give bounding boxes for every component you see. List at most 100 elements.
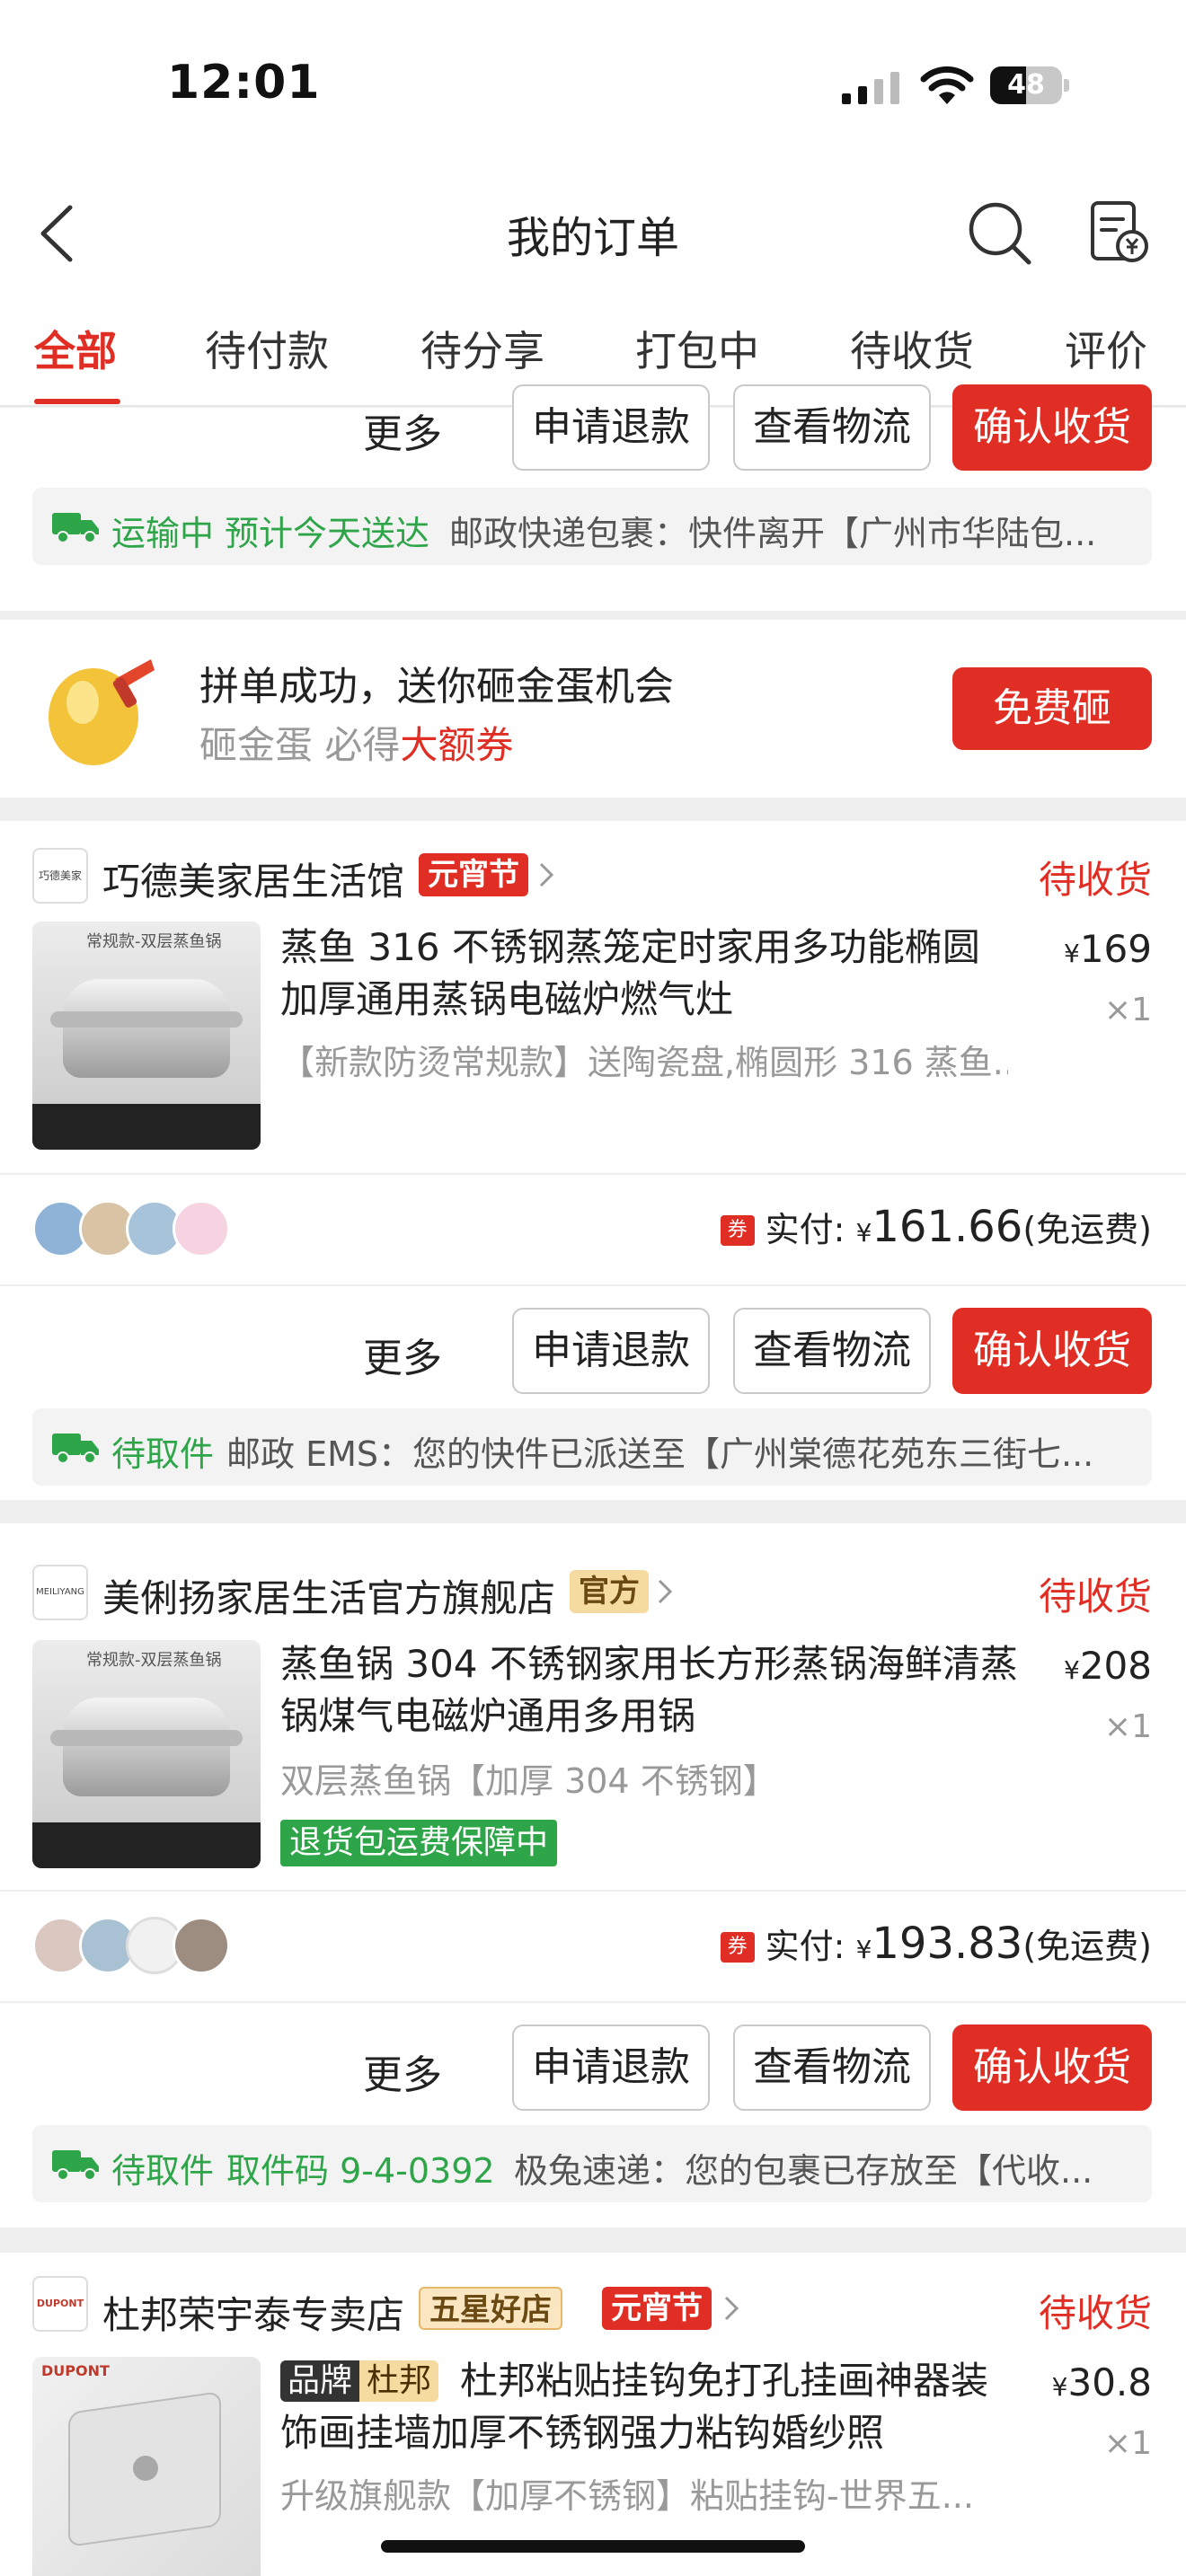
promo-highlight: 大额券 (400, 723, 514, 767)
refund-button[interactable]: 申请退款 (512, 2025, 710, 2111)
divider (0, 1284, 1186, 1286)
logistics-detail: 邮政快递包裹：快件离开【广州市华陆包... (449, 514, 1097, 553)
bill-icon[interactable] (1089, 199, 1150, 266)
currency-symbol: ¥ (1051, 2372, 1068, 2402)
more-button[interactable]: 更多 (363, 1326, 442, 1383)
wifi-icon (920, 66, 974, 104)
chevron-right-icon[interactable] (656, 1577, 674, 1606)
track-button[interactable]: 查看物流 (733, 2025, 931, 2111)
product-spec: 【新款防烫常规款】送陶瓷盘,椭圆形 316 蒸鱼... (280, 1043, 1008, 1082)
shipping-note: (免运费) (1022, 1210, 1152, 1249)
currency-symbol: ¥ (1064, 939, 1080, 968)
store-name[interactable]: 巧德美家居生活馆 (102, 851, 404, 906)
tab-review[interactable]: 评价 (1065, 319, 1147, 378)
confirm-receipt-button[interactable]: 确认收货 (952, 2025, 1152, 2111)
product-thumbnail[interactable]: DUPONT (32, 2357, 261, 2576)
paid-amount: 161.66 (872, 1202, 1023, 1252)
refund-button[interactable]: 申请退款 (512, 1308, 710, 1394)
five-star-store-badge: 五星好店 (419, 2287, 562, 2330)
search-icon[interactable] (966, 199, 1032, 266)
logistics-status: 待取件 (111, 1434, 215, 1474)
promo-subtitle: 砸金蛋 必得大额券 (199, 715, 513, 770)
promo-subtitle-text: 砸金蛋 必得 (199, 723, 401, 767)
store-logo: MEILIYANG (32, 1565, 88, 1620)
free-smash-button[interactable]: 免费砸 (952, 667, 1152, 750)
divider (0, 2001, 1186, 2003)
currency-symbol: ¥ (855, 1218, 872, 1248)
truck-icon (52, 513, 99, 543)
thumbnail-label: 常规款-双层蒸鱼锅 (86, 932, 222, 951)
store-logo: DUPONT (32, 2276, 88, 2332)
logistics-eta: 预计今天送达 (225, 514, 430, 553)
home-indicator (381, 2540, 805, 2553)
coupon-icon: 券 (720, 1932, 755, 1963)
product-price-value: 208 (1079, 1644, 1152, 1688)
promo-title: 拼单成功，送你砸金蛋机会 (199, 664, 674, 710)
product-title[interactable]: 蒸鱼 316 不锈钢蒸笼定时家用多功能椭圆加厚通用蒸锅电磁炉燃气灶 (280, 922, 1017, 1026)
confirm-receipt-button[interactable]: 确认收货 (952, 1308, 1152, 1394)
logistics-detail: 极兔速递：您的包裹已存放至【代收... (514, 2151, 1093, 2191)
store-name[interactable]: 美俐扬家居生活官方旗舰店 (102, 1568, 555, 1623)
truck-icon (52, 1434, 99, 1464)
order-status: 待收货 (1038, 2291, 1152, 2335)
product-thumbnail[interactable]: 常规款-双层蒸鱼锅 (32, 1640, 261, 1868)
refund-button[interactable]: 申请退款 (512, 384, 710, 471)
payment-summary: 券实付: ¥193.83(免运费) (720, 1919, 1152, 1969)
pickup-code: 取件码 9-4-0392 (226, 2151, 495, 2191)
product-price-value: 169 (1079, 927, 1152, 971)
payment-summary: 券实付: ¥161.66(免运费) (720, 1202, 1152, 1252)
more-button[interactable]: 更多 (363, 401, 442, 459)
paid-amount: 193.83 (872, 1919, 1023, 1969)
product-price: ¥169 (1064, 927, 1152, 971)
logistics-bar[interactable]: 待取件 取件码 9-4-0392 极兔速递：您的包裹已存放至【代收... (32, 2125, 1152, 2202)
chevron-right-icon[interactable] (722, 2294, 740, 2323)
truck-icon (52, 2150, 99, 2181)
tab-all[interactable]: 全部 (34, 319, 117, 378)
official-badge: 官方 (570, 1570, 649, 1613)
product-quantity: ×1 (1103, 1708, 1152, 1745)
more-button[interactable]: 更多 (363, 2042, 442, 2100)
order-card (0, 1523, 1186, 2228)
logistics-status: 运输中 (111, 514, 215, 553)
confirm-receipt-button[interactable]: 确认收货 (952, 384, 1152, 471)
cellular-signal-icon (842, 72, 899, 104)
shipping-note: (免运费) (1022, 1927, 1152, 1966)
divider (0, 1890, 1186, 1892)
track-button[interactable]: 查看物流 (733, 384, 931, 471)
chevron-right-icon[interactable] (537, 860, 555, 889)
product-quantity: ×1 (1103, 2425, 1152, 2462)
logistics-status: 待取件 (111, 2151, 215, 2191)
paid-label: 实付: (765, 1927, 845, 1966)
product-quantity: ×1 (1103, 992, 1152, 1028)
golden-egg-icon (49, 659, 155, 765)
divider (0, 1173, 1186, 1175)
tab-pending-share[interactable]: 待分享 (420, 319, 544, 378)
festival-badge: 元宵节 (419, 853, 528, 896)
tab-packing[interactable]: 打包中 (635, 319, 759, 378)
order-status: 待收货 (1038, 1575, 1152, 1619)
store-logo: 巧德美家 (32, 848, 88, 904)
logistics-bar[interactable]: 待取件 邮政 EMS：您的快件已派送至【广州棠德花苑东三街七... (32, 1408, 1152, 1486)
product-price: ¥30.8 (1052, 2360, 1152, 2404)
paid-label: 实付: (765, 1210, 845, 1249)
status-time: 12:01 (167, 56, 321, 110)
avatar (173, 1200, 230, 1257)
store-name[interactable]: 杜邦荣宇泰专卖店 (102, 2285, 404, 2340)
tab-indicator (34, 399, 120, 404)
battery-icon: 48 (990, 63, 1071, 108)
product-title[interactable]: 杜邦粘贴挂钩免打孔挂画神器装饰画挂墙加厚不锈钢强力粘钩婚纱照 (280, 2355, 1017, 2459)
thumbnail-label: DUPONT (41, 2362, 110, 2379)
product-spec: 双层蒸鱼锅【加厚 304 不锈钢】 (280, 1761, 777, 1801)
currency-symbol: ¥ (855, 1935, 872, 1964)
currency-symbol: ¥ (1064, 1655, 1080, 1685)
product-title[interactable]: 蒸鱼锅 304 不锈钢家用长方形蒸锅海鲜清蒸锅煤气电磁炉通用多用锅 (280, 1638, 1026, 1742)
tab-pending-receipt[interactable]: 待收货 (850, 319, 974, 378)
product-price: ¥208 (1064, 1644, 1152, 1688)
logistics-bar[interactable]: 运输中 预计今天送达 邮政快递包裹：快件离开【广州市华陆包... (32, 488, 1152, 565)
track-button[interactable]: 查看物流 (733, 1308, 931, 1394)
thumbnail-label: 常规款-双层蒸鱼锅 (86, 1651, 222, 1670)
festival-badge: 元宵节 (602, 2287, 712, 2330)
avatar (173, 1917, 230, 1974)
tab-pending-payment[interactable]: 待付款 (205, 319, 329, 378)
product-thumbnail[interactable]: 常规款-双层蒸鱼锅 (32, 922, 261, 1150)
